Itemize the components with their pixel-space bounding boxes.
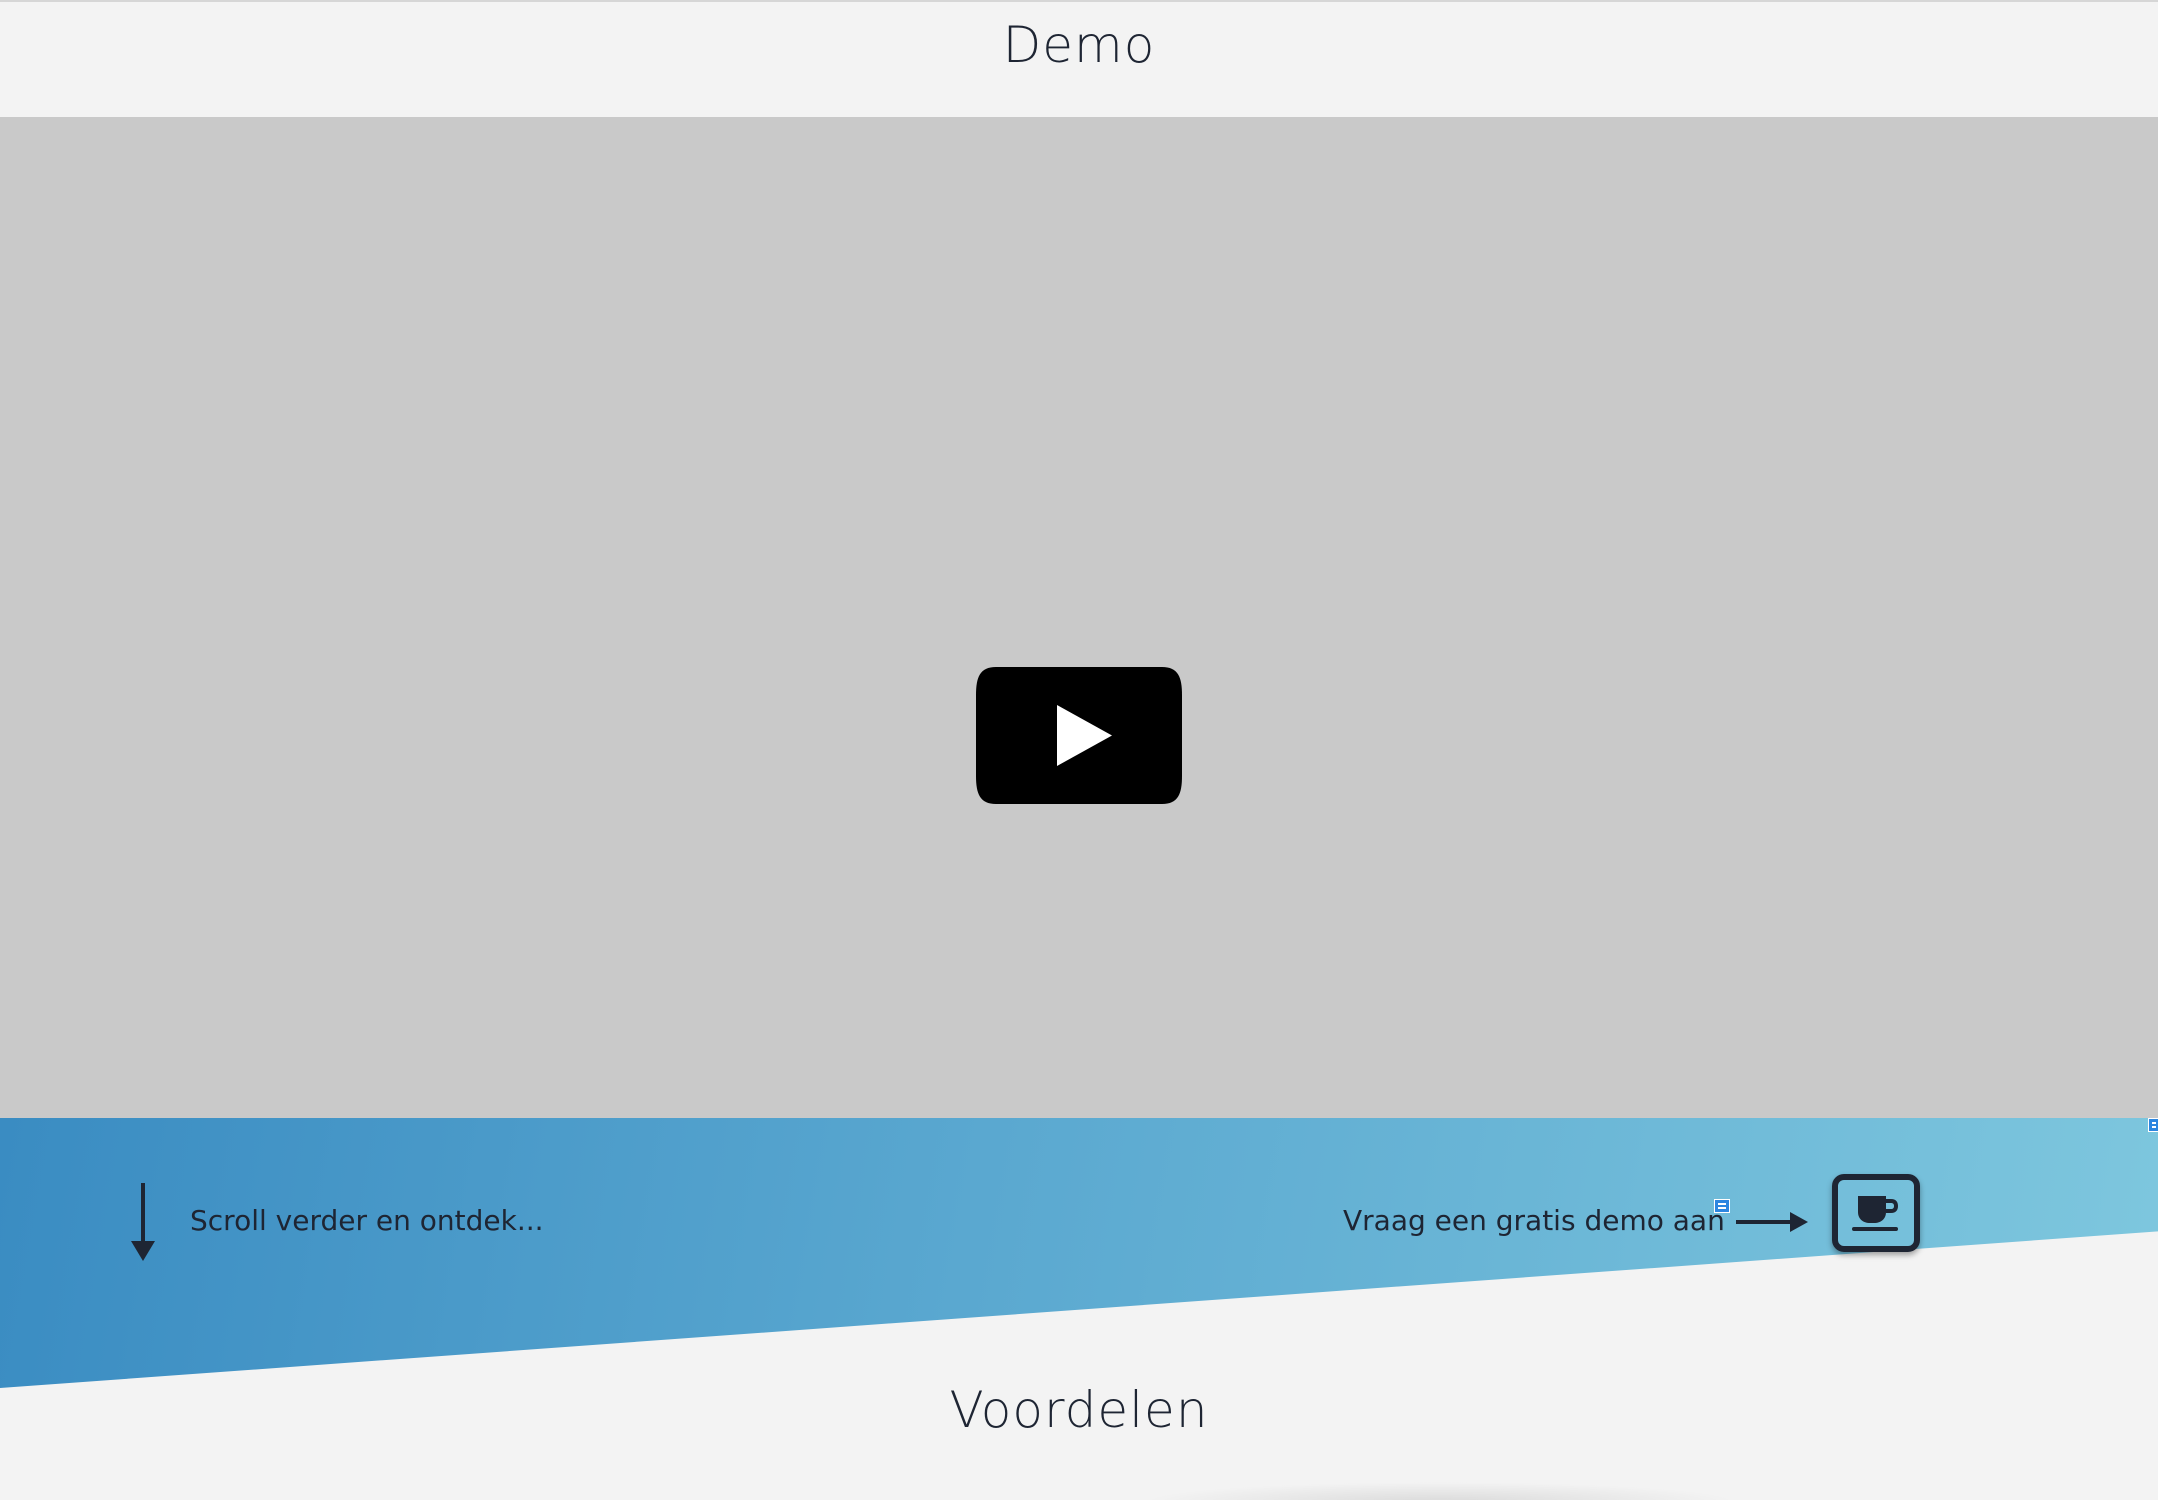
header: Demo [0,2,2158,116]
cta-banner [0,1118,2158,1388]
youtube-play-icon[interactable] [974,665,1184,806]
scroll-hint-text: Scroll verder en ontdek... [190,1204,544,1237]
page: Demo Scroll verder en ontdek... Vraag ee… [0,0,2158,1500]
edit-marker-icon[interactable] [2148,1118,2158,1132]
arrow-down-icon [128,1183,158,1263]
card-shadow [1140,1482,1740,1500]
section-title-benefits: Voordelen [949,1381,1209,1439]
video-embed[interactable] [0,117,2158,1118]
request-demo-button[interactable] [1832,1174,1920,1252]
edit-marker-icon[interactable] [1714,1199,1730,1213]
arrow-right-icon [1736,1210,1810,1234]
page-title: Demo [1002,16,1156,74]
coffee-cup-icon [1852,1196,1898,1231]
request-demo-link[interactable]: Vraag een gratis demo aan [1343,1204,1725,1237]
